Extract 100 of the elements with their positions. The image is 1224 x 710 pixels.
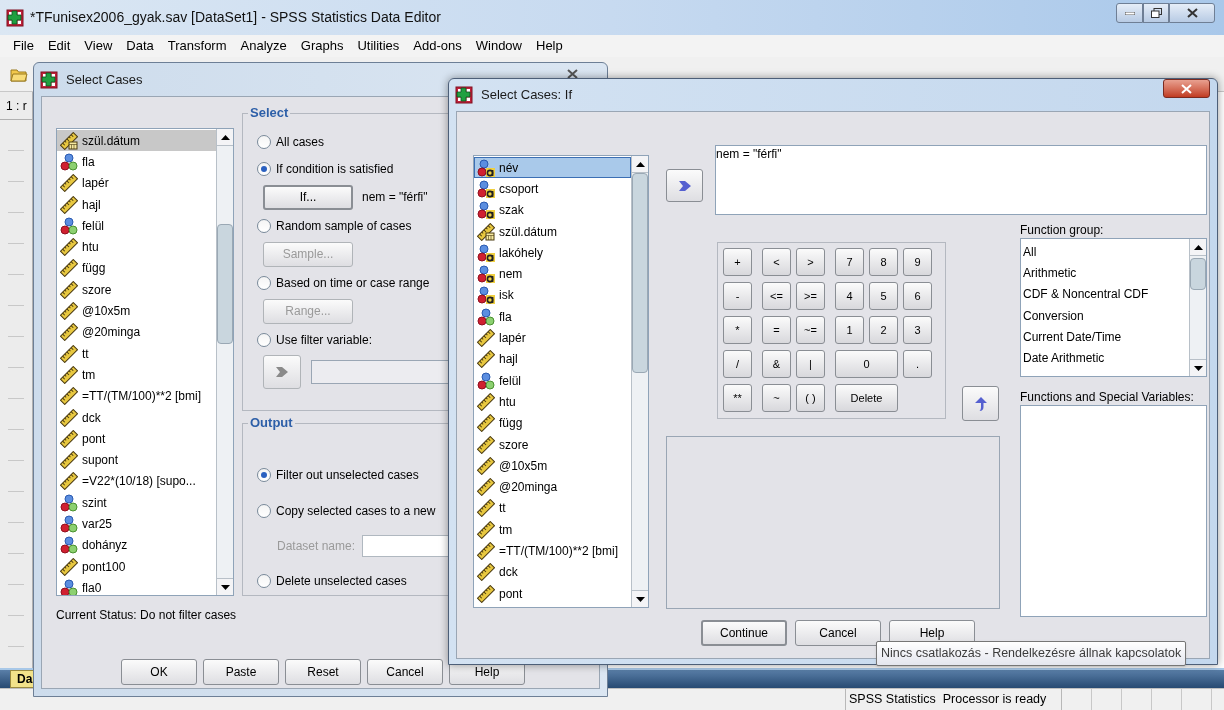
option-label[interactable]: Copy selected cases to a new (276, 502, 436, 520)
keypad-key[interactable]: / (723, 350, 752, 378)
variable-item[interactable]: szore (57, 279, 216, 301)
insert-button[interactable] (962, 386, 999, 421)
scrollbar[interactable] (631, 156, 648, 607)
variable-item[interactable]: felül (57, 215, 216, 237)
variable-item[interactable]: hajl (57, 193, 216, 216)
keypad-key[interactable]: 5 (869, 282, 898, 310)
variable-item[interactable]: =V22*(10/18) [supo... (57, 470, 216, 493)
variable-item[interactable]: =TT/(TM/100)**2 [bmi] (474, 540, 631, 562)
variable-item[interactable]: dck (474, 561, 631, 583)
keypad-key[interactable]: Delete (835, 384, 898, 412)
keypad-key[interactable]: ** (723, 384, 752, 412)
menu-item[interactable]: Analyze (233, 36, 294, 56)
variable-item[interactable]: lakóhely (474, 242, 631, 264)
keypad-key[interactable]: > (796, 248, 825, 276)
scrollbar[interactable] (216, 129, 233, 595)
option-label[interactable]: Delete unselected cases (276, 572, 407, 590)
variable-item[interactable]: fla0 (57, 577, 216, 595)
variable-item[interactable]: @20minga (474, 476, 631, 498)
close-button[interactable] (1169, 3, 1215, 23)
keypad-key[interactable]: 0 (835, 350, 898, 378)
variable-item[interactable]: dohányz (57, 534, 216, 556)
dialog-button[interactable]: OK (121, 659, 197, 685)
variable-item[interactable]: =TT/(TM/100)**2 [bmi] (57, 385, 216, 407)
keypad-key[interactable]: 6 (903, 282, 932, 310)
variable-item[interactable]: tt (57, 342, 216, 365)
keypad-key[interactable]: 3 (903, 316, 932, 344)
menu-item[interactable]: Help (529, 36, 570, 56)
variable-item[interactable]: lapér (57, 172, 216, 194)
variable-item[interactable]: htu (57, 236, 216, 258)
scrollbar-thumb[interactable] (1190, 258, 1206, 290)
variable-list[interactable]: szül.dátum fla lapér hajl felül htu függ szore @10x5m @20minga tt tm =TT/(TM/100)**2 [bmi] dck pont supont =V22*(10/18) [supo... szint var25 dohányz pont100 fla0 (56, 128, 234, 596)
keypad-key[interactable]: 9 (903, 248, 932, 276)
radio-button[interactable] (257, 504, 271, 518)
function-group-item[interactable]: Conversion (1023, 304, 1189, 327)
keypad-key[interactable]: 4 (835, 282, 864, 310)
variable-item[interactable]: @10x5m (57, 300, 216, 322)
menu-item[interactable]: Utilities (350, 36, 407, 56)
variable-item[interactable]: fla (474, 306, 631, 328)
menu-item[interactable]: Add-ons (406, 36, 469, 56)
variable-item[interactable]: nem (474, 263, 631, 285)
option-label[interactable]: If condition is satisfied (276, 159, 394, 178)
variable-item[interactable]: pont (474, 582, 631, 605)
function-group-item[interactable]: CDF & Noncentral CDF (1023, 283, 1189, 305)
dialog-button[interactable]: Continue (701, 620, 787, 646)
variable-item[interactable]: isk (474, 284, 631, 307)
keypad-key[interactable]: 7 (835, 248, 864, 276)
variable-item[interactable]: supont (57, 449, 216, 471)
scrollbar-thumb[interactable] (217, 224, 233, 344)
menu-item[interactable]: Data (119, 36, 161, 56)
variable-item[interactable]: függ (474, 412, 631, 434)
dialog-button[interactable]: Paste (203, 659, 279, 685)
functions-list[interactable] (1020, 405, 1207, 617)
variable-item[interactable]: @20minga (57, 321, 216, 343)
variable-item[interactable]: fla (57, 151, 216, 173)
variable-item[interactable]: szül.dátum (474, 220, 631, 243)
scrollbar-thumb[interactable] (632, 173, 648, 373)
variable-item[interactable]: var25 (57, 513, 216, 535)
keypad-key[interactable]: < (762, 248, 791, 276)
radio-button[interactable] (257, 574, 271, 588)
dialog-button[interactable]: If... (263, 184, 353, 210)
menu-item[interactable]: Graphs (293, 36, 351, 56)
keypad-key[interactable]: ~= (796, 316, 825, 344)
variable-item[interactable]: tm (57, 364, 216, 386)
option-label[interactable]: Filter out unselected cases (276, 466, 419, 484)
function-group-item[interactable]: All (1023, 241, 1189, 263)
variable-item[interactable]: szint (57, 492, 216, 514)
option-label[interactable]: All cases (276, 132, 325, 151)
keypad-key[interactable]: & (762, 350, 791, 378)
variable-item[interactable]: felül (474, 369, 631, 392)
menu-item[interactable]: Window (468, 36, 529, 56)
variable-item[interactable]: hajl (474, 348, 631, 370)
variable-item[interactable]: @10x5m (474, 455, 631, 477)
keypad-key[interactable]: <= (762, 282, 791, 310)
dialog-button[interactable]: Cancel (795, 620, 881, 646)
function-group-list[interactable]: All Arithmetic CDF & Noncentral CDF Conversion Current Date/Time Date Arithmetic (1020, 238, 1207, 377)
move-button[interactable] (666, 169, 703, 202)
variable-item[interactable]: függ (57, 257, 216, 280)
scrollbar[interactable] (1189, 239, 1206, 376)
radio-button[interactable] (257, 134, 271, 149)
variable-item[interactable]: tt (474, 497, 631, 520)
variable-item[interactable]: szore (474, 433, 631, 456)
keypad-key[interactable]: 8 (869, 248, 898, 276)
menu-item[interactable]: View (77, 36, 120, 56)
function-group-item[interactable]: Current Date/Time (1023, 326, 1189, 348)
keypad-key[interactable]: | (796, 350, 825, 378)
radio-button[interactable] (257, 161, 271, 176)
variable-item[interactable]: szül.dátum (57, 130, 216, 152)
keypad-key[interactable]: ( ) (796, 384, 825, 412)
keypad-key[interactable]: 1 (835, 316, 864, 344)
variable-list[interactable]: név csoport szak szül.dátum lakóhely nem isk fla lapér hajl felül htu függ szore @10x5m @20minga tt tm =TT/(TM/100)**2 [bmi] dck pont (473, 155, 649, 608)
keypad-key[interactable]: ~ (762, 384, 791, 412)
variable-item[interactable]: tm (474, 519, 631, 541)
keypad-key[interactable]: * (723, 316, 752, 344)
keypad-key[interactable]: - (723, 282, 752, 310)
menu-item[interactable]: Edit (40, 36, 78, 56)
variable-item[interactable]: lapér (474, 327, 631, 349)
function-group-item[interactable]: Arithmetic (1023, 262, 1189, 284)
menu-item[interactable]: Transform (160, 36, 234, 56)
